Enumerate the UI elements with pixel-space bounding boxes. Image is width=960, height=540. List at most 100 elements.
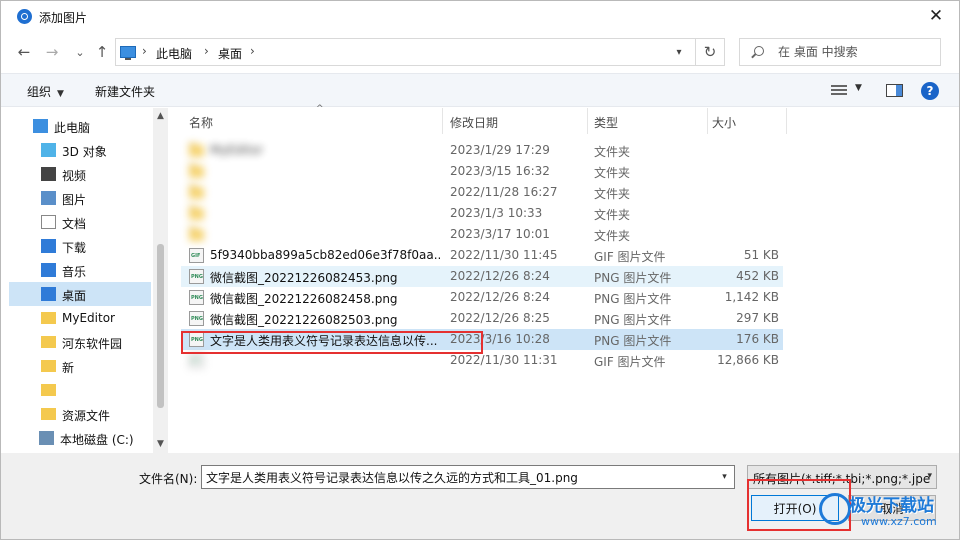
file-row[interactable]: PNG 微信截图_20221226082458.png 2022/12/26 8:2… <box>181 287 783 308</box>
nav-item[interactable] <box>9 378 151 402</box>
folder-icon <box>41 384 56 396</box>
folder-icon <box>41 408 56 420</box>
file-type: GIF 图片文件 <box>594 355 666 369</box>
file-type: PNG 图片文件 <box>594 334 672 348</box>
forward-button[interactable]: → <box>41 41 63 63</box>
file-type-filter-select[interactable]: 所有图片(*.tiff;*.tbi;*.png;*.jpe ▾ <box>747 465 937 489</box>
column-header-name[interactable]: 名称 ^ <box>189 104 443 134</box>
file-row[interactable]: 2022/11/28 16:27 文件夹 <box>181 182 783 203</box>
filename-label: 文件名(N): <box>139 472 198 486</box>
close-button[interactable]: ✕ <box>913 1 959 31</box>
file-type: 文件夹 <box>594 208 631 222</box>
document-icon <box>41 215 56 229</box>
computer-icon <box>33 119 48 133</box>
refresh-button[interactable]: ↻ <box>695 38 725 66</box>
breadcrumb-desktop[interactable]: 桌面 <box>218 45 242 62</box>
file-row[interactable]: 2023/3/17 10:01 文件夹 <box>181 224 783 245</box>
file-date: 2023/1/3 10:33 <box>450 206 543 220</box>
drive-icon <box>39 431 54 445</box>
file-date: 2022/11/30 11:31 <box>450 353 558 367</box>
nav-item[interactable]: 新 <box>9 354 151 378</box>
file-row[interactable]: GIF 5f9340bba899a5cb82ed06e3f78f0aa... 202… <box>181 245 783 266</box>
nav-item[interactable]: 图片 <box>9 186 151 210</box>
file-row[interactable]: GIF 2022/11/30 11:31 GIF 图片文件 12,866 KB <box>181 350 783 371</box>
address-bar[interactable]: › 此电脑 › 桌面 › <box>115 38 725 66</box>
view-dropdown-caret-icon[interactable]: ▼ <box>855 83 862 93</box>
search-input[interactable] <box>778 43 933 61</box>
nav-item-label: 3D 对象 <box>62 145 107 159</box>
folder-icon <box>189 164 204 178</box>
watermark-logo-icon <box>819 493 851 525</box>
file-date: 2022/12/26 8:24 <box>450 269 550 283</box>
file-row[interactable]: PNG 文字是人类用表义符号记录表达信息以传... 2023/3/16 10:28 P… <box>181 329 783 350</box>
preview-pane-icon[interactable] <box>886 84 903 97</box>
command-toolbar: 组织 ▼ 新建文件夹 ▼ ? <box>1 73 959 107</box>
folder-icon <box>41 312 56 324</box>
png-file-icon: PNG <box>189 290 204 305</box>
organize-label: 组织 <box>27 85 52 99</box>
nav-item[interactable]: 音乐 <box>9 258 151 282</box>
filter-value: 所有图片(*.tiff;*.tbi;*.png;*.jpe <box>753 472 931 486</box>
file-row[interactable]: MyEditor 2023/1/29 17:29 文件夹 <box>181 140 783 161</box>
file-size: 1,142 KB <box>724 290 779 304</box>
nav-item[interactable]: 3D 对象 <box>9 138 151 162</box>
title-bar: 添加图片 ✕ <box>1 1 959 31</box>
nav-item[interactable]: 下载 <box>9 234 151 258</box>
nav-item-label: 资源文件 <box>62 409 111 423</box>
download-icon <box>41 239 56 253</box>
nav-item-label: 河东软件园 <box>62 337 123 351</box>
nav-item[interactable]: 此电脑 <box>9 114 151 138</box>
scroll-thumb[interactable] <box>157 244 164 408</box>
app-icon <box>17 9 32 24</box>
file-size: 297 KB <box>736 311 779 325</box>
address-dropdown-chevron-icon[interactable]: ▾ <box>669 38 689 66</box>
search-box[interactable] <box>739 38 941 66</box>
up-button[interactable]: ↑ <box>91 41 113 63</box>
sort-ascending-icon: ^ <box>316 104 324 114</box>
nav-item[interactable]: 文档 <box>9 210 151 234</box>
breadcrumb-separator[interactable]: › <box>142 44 147 58</box>
file-date: 2022/12/26 8:25 <box>450 311 550 325</box>
file-type: 文件夹 <box>594 166 631 180</box>
file-type: 文件夹 <box>594 229 631 243</box>
file-date: 2023/3/15 16:32 <box>450 164 550 178</box>
file-row[interactable]: 2023/1/3 10:33 文件夹 <box>181 203 783 224</box>
nav-item-label: 文档 <box>62 217 87 231</box>
nav-item-label: 桌面 <box>62 289 87 303</box>
nav-item[interactable]: 河东软件园 <box>9 330 151 354</box>
back-button[interactable]: ← <box>13 41 35 63</box>
file-date: 2023/3/16 10:28 <box>450 332 550 346</box>
column-header-date[interactable]: 修改日期 <box>450 108 588 134</box>
site-watermark-logo: 极光下载站 www.xz7.com <box>819 489 960 537</box>
nav-item[interactable]: 视频 <box>9 162 151 186</box>
help-icon[interactable]: ? <box>921 82 939 100</box>
scroll-down-arrow-icon[interactable]: ▼ <box>153 436 168 451</box>
nav-scrollbar[interactable]: ▲ ▼ <box>153 108 168 453</box>
filename-dropdown-icon[interactable]: ▾ <box>715 466 734 488</box>
breadcrumb-separator[interactable]: › <box>250 44 255 58</box>
breadcrumb-separator[interactable]: › <box>204 44 209 58</box>
recent-locations-button[interactable]: ⌄ <box>69 41 91 63</box>
view-list-icon[interactable] <box>831 85 847 96</box>
new-folder-button[interactable]: 新建文件夹 <box>95 83 155 100</box>
png-file-icon: PNG <box>189 332 204 347</box>
filename-input[interactable] <box>201 465 735 489</box>
organize-menu[interactable]: 组织 ▼ <box>27 83 64 100</box>
breadcrumb-this-pc[interactable]: 此电脑 <box>156 45 192 62</box>
scroll-up-arrow-icon[interactable]: ▲ <box>153 108 168 123</box>
column-header-type[interactable]: 类型 <box>594 108 708 134</box>
file-date: 2022/11/28 16:27 <box>450 185 558 199</box>
file-row[interactable]: PNG 微信截图_20221226082503.png 2022/12/26 8:2… <box>181 308 783 329</box>
nav-item[interactable]: 桌面 <box>9 282 151 306</box>
file-row[interactable]: 2023/3/15 16:32 文件夹 <box>181 161 783 182</box>
picture-icon <box>41 191 56 205</box>
column-header-size[interactable]: 大小 <box>712 108 787 134</box>
folder-icon <box>189 206 204 220</box>
file-size: 176 KB <box>736 332 779 346</box>
nav-item[interactable]: 本地磁盘 (C:) <box>9 426 151 450</box>
file-date: 2022/11/30 11:45 <box>450 248 558 262</box>
nav-item[interactable]: 资源文件 <box>9 402 151 426</box>
nav-item[interactable]: MyEditor <box>9 306 151 330</box>
file-name: 微信截图_20221226082458.png <box>210 292 398 306</box>
file-row[interactable]: PNG 微信截图_20221226082453.png 2022/12/26 8:2… <box>181 266 783 287</box>
